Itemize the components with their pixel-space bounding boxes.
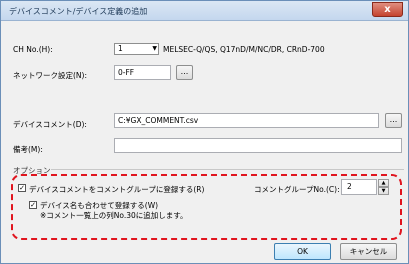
highlight-annotation [11,174,402,240]
ch-no-select[interactable]: 1 ▼ [114,43,159,55]
ok-button[interactable]: OK [274,243,331,260]
ch-no-description: MELSEC-Q/QS, Q17nD/M/NC/DR, CRnD-700 [163,45,325,54]
title-bar: デバイスコメント/デバイス定義の追加 x [1,1,408,21]
ellipsis-icon: ... [180,67,189,76]
remarks-field[interactable] [114,138,402,153]
cancel-button-label: キャンセル [349,247,388,256]
cancel-button[interactable]: キャンセル [340,243,397,260]
network-setting-field[interactable]: 0-FF [114,65,171,80]
device-comment-path-value: C:¥GX_COMMENT.csv [118,116,199,125]
network-browse-button[interactable]: ... [176,65,193,80]
close-button[interactable]: x [372,2,403,17]
window-title: デバイスコメント/デバイス定義の追加 [9,7,148,16]
ok-button-label: OK [297,247,308,256]
device-comment-label: デバイスコメント(D): [13,120,87,129]
network-setting-value: 0-FF [118,68,135,77]
ellipsis-icon: ... [389,115,398,124]
ch-no-label: CH No.(H): [13,45,53,54]
device-comment-browse-button[interactable]: ... [385,113,402,128]
ch-no-selected-value: 1 [118,44,123,53]
remarks-label: 備考(M): [13,145,43,154]
options-separator [51,169,404,170]
network-setting-label: ネットワーク設定(N): [13,71,87,80]
device-comment-path-field[interactable]: C:¥GX_COMMENT.csv [114,113,379,128]
add-device-comment-dialog: デバイスコメント/デバイス定義の追加 x CH No.(H): 1 ▼ MELS… [0,0,409,264]
chevron-down-icon: ▼ [152,45,157,52]
close-icon: x [384,4,391,15]
